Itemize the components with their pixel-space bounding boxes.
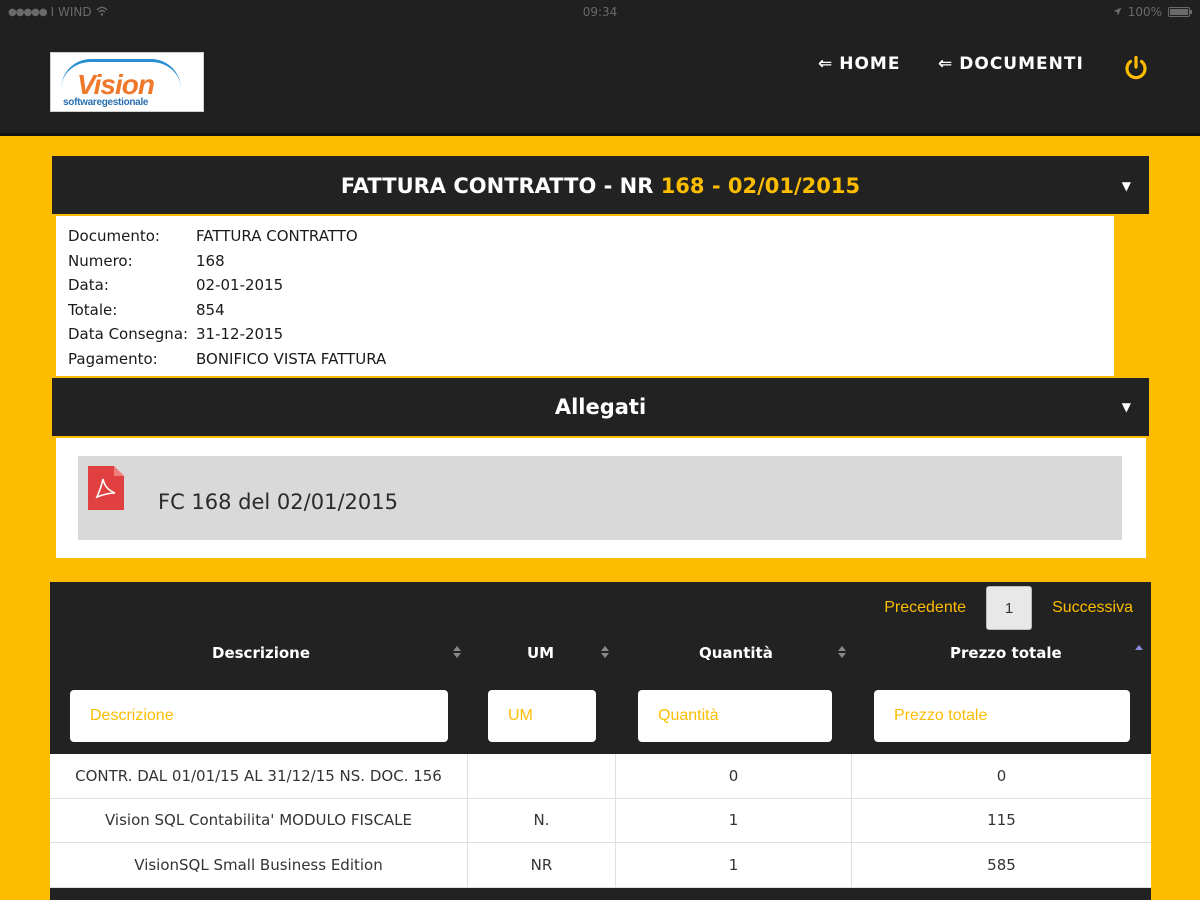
- cell-descrizione: Vision SQL Contabilita' MODULO FISCALE: [50, 798, 468, 842]
- detail-label: Documento:: [68, 227, 160, 245]
- cell-quantita: 0: [616, 754, 852, 798]
- power-icon[interactable]: [1122, 54, 1150, 82]
- column-header-um[interactable]: UM: [527, 644, 554, 662]
- detail-value: 02-01-2015: [196, 276, 284, 294]
- detail-row: Data Consegna: 31-12-2015: [68, 322, 1102, 347]
- detail-value: BONIFICO VISTA FATTURA: [196, 349, 387, 368]
- battery-label: 100%: [1127, 5, 1162, 19]
- nav-documents-label: DOCUMENTI: [959, 54, 1084, 74]
- document-title-bar[interactable]: FATTURA CONTRATTO - NR 168 - 02/01/2015 …: [52, 156, 1149, 214]
- cell-quantita: 1: [616, 843, 852, 887]
- cell-um: N.: [468, 798, 616, 842]
- status-right: 100%: [1113, 5, 1192, 19]
- battery-icon: [1168, 7, 1192, 17]
- cell-prezzo-totale: 585: [987, 855, 1016, 874]
- document-details: Documento: FATTURA CONTRATTO Numero: 168 Dat…: [56, 216, 1114, 376]
- detail-row: Numero: 168: [68, 249, 1102, 274]
- detail-value: 854: [196, 300, 225, 319]
- cell-quantita: 1: [616, 798, 852, 842]
- status-bar: ●●●●● I WIND 09:34 100%: [0, 0, 1200, 24]
- cell-prezzo-totale: 115: [987, 811, 1016, 830]
- attachments-title-bar[interactable]: Allegati ▼: [52, 378, 1149, 436]
- cell-descrizione: CONTR. DAL 01/01/15 AL 31/12/15 NS. DOC.…: [50, 754, 468, 798]
- detail-label: Data Consegna:: [68, 325, 189, 343]
- cell-um: NR: [468, 843, 616, 887]
- detail-label: Pagamento:: [68, 349, 158, 368]
- detail-label: Numero:: [68, 251, 133, 270]
- column-header-prezzo-totale[interactable]: Prezzo totale: [950, 644, 1062, 662]
- sort-icon[interactable]: [452, 642, 462, 662]
- pagination: Precedente 1 Successiva: [884, 586, 1133, 630]
- pagination-page[interactable]: 1: [986, 586, 1033, 630]
- attachment-item[interactable]: FC 168 del 02/01/2015: [78, 456, 1122, 540]
- location-icon: [1113, 5, 1122, 19]
- detail-row: Pagamento: BONIFICO VISTA FATTURA: [68, 347, 1102, 372]
- nav-home-label: HOME: [839, 54, 901, 74]
- attachment-label: FC 168 del 02/01/2015: [158, 490, 398, 514]
- detail-value: 31-12-2015: [196, 325, 284, 343]
- back-arrow-icon: ⇐: [938, 54, 954, 74]
- detail-label: Totale:: [68, 300, 118, 319]
- table-body: CONTR. DAL 01/01/15 AL 31/12/15 NS. DOC.…: [50, 754, 1151, 888]
- detail-label: Data:: [68, 276, 109, 294]
- battery-fill: [1170, 9, 1188, 15]
- back-arrow-icon: ⇐: [818, 54, 834, 74]
- detail-row: Data: 02-01-2015: [68, 273, 1102, 298]
- document-title: FATTURA CONTRATTO - NR: [340, 174, 661, 198]
- attachments-panel: FC 168 del 02/01/2015: [56, 438, 1146, 558]
- detail-row: Totale: 854: [68, 298, 1102, 323]
- pagination-next[interactable]: Successiva: [1052, 599, 1133, 617]
- detail-value: FATTURA CONTRATTO: [196, 227, 358, 245]
- sort-ascending-icon[interactable]: [1134, 640, 1144, 660]
- cell-um: [468, 754, 616, 798]
- logo-subtitle: softwaregestionale: [63, 97, 149, 108]
- nav-documents-link[interactable]: ⇐ DOCUMENTI: [938, 54, 1084, 74]
- table-row[interactable]: Vision SQL Contabilita' MODULO FISCALE N.…: [50, 798, 1151, 843]
- items-table: Precedente 1 Successiva Descrizione UM Q…: [50, 582, 1151, 900]
- sort-icon[interactable]: [600, 642, 610, 662]
- filter-quantita-input[interactable]: [638, 690, 832, 742]
- column-header-quantita[interactable]: Quantità: [699, 644, 773, 662]
- filter-um-input[interactable]: [488, 690, 596, 742]
- pagination-previous[interactable]: Precedente: [884, 599, 966, 617]
- clock: 09:34: [582, 5, 618, 19]
- filter-descrizione-input[interactable]: [70, 690, 448, 742]
- caret-down-icon: ▼: [1121, 400, 1131, 414]
- table-row[interactable]: VisionSQL Small Business Edition NR 1 585: [50, 843, 1151, 888]
- detail-row: Documento: FATTURA CONTRATTO: [68, 224, 1102, 249]
- attachments-title: Allegati: [554, 395, 647, 419]
- table-row[interactable]: CONTR. DAL 01/01/15 AL 31/12/15 NS. DOC.…: [50, 754, 1151, 799]
- document-title-number-date: 168 - 02/01/2015: [660, 174, 861, 198]
- nav-home-link[interactable]: ⇐ HOME: [818, 54, 900, 74]
- caret-down-icon: ▼: [1121, 179, 1131, 193]
- sort-icon[interactable]: [837, 642, 847, 662]
- table-footer: [50, 888, 1151, 900]
- app-header: Vision softwaregestionale ⇐ HOME ⇐ DOCUM…: [0, 24, 1200, 136]
- cell-descrizione: VisionSQL Small Business Edition: [50, 843, 468, 887]
- pdf-icon: [88, 466, 124, 510]
- column-header-descrizione[interactable]: Descrizione: [212, 644, 310, 662]
- vision-logo: Vision softwaregestionale: [50, 52, 204, 112]
- cell-prezzo-totale: 0: [996, 766, 1007, 785]
- detail-value: 168: [196, 251, 225, 270]
- filter-prezzo-totale-input[interactable]: [874, 690, 1130, 742]
